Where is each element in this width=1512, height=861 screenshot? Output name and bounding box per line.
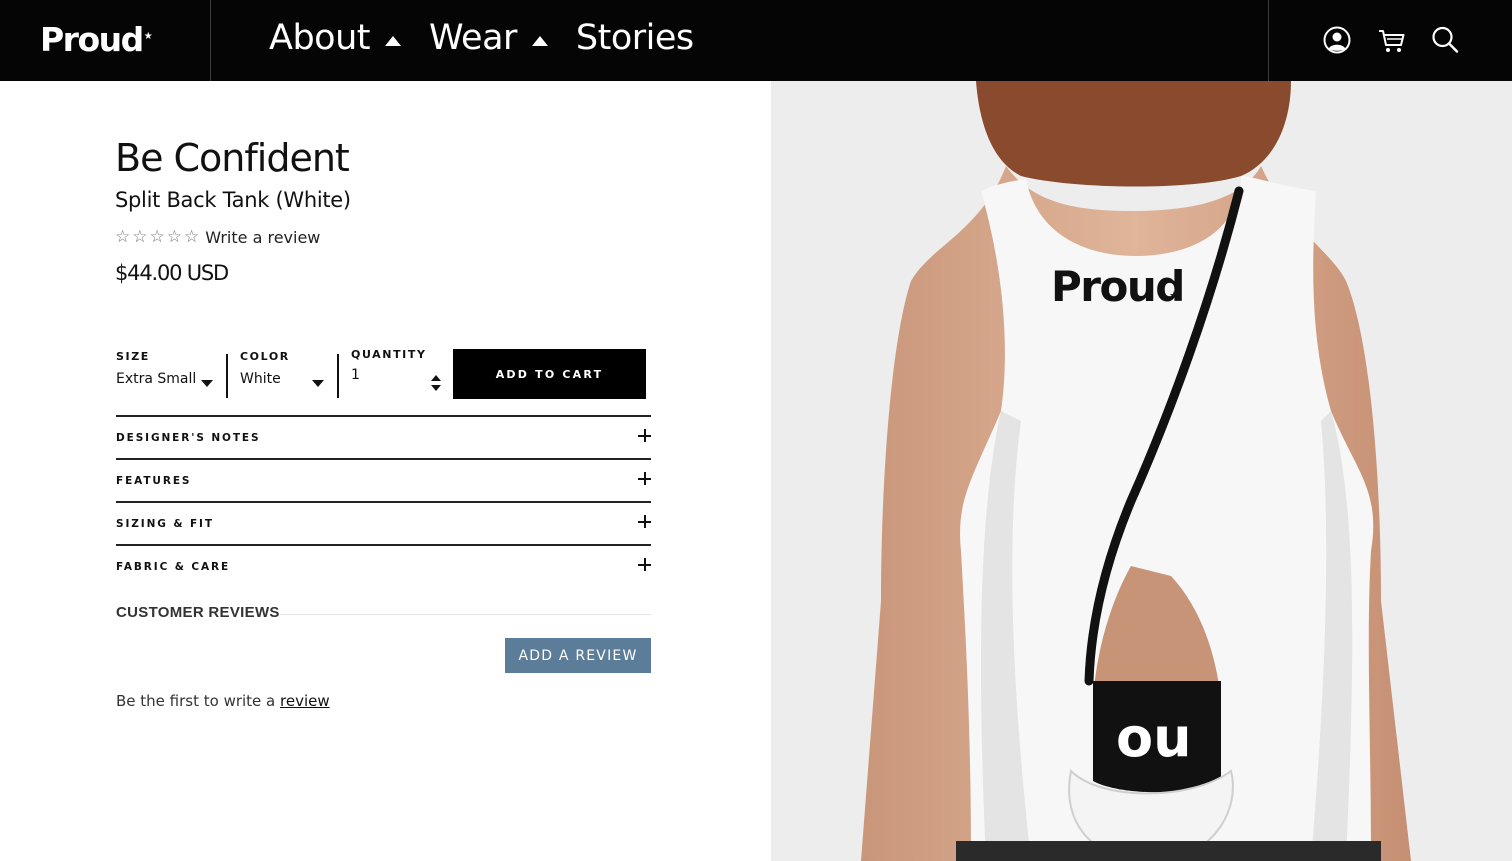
header-actions [1268,0,1512,81]
nav-item-about[interactable]: About [269,18,401,58]
accordion-label: FABRIC & CARE [116,561,231,573]
accordion-label: FEATURES [116,475,192,487]
accordion-label: DESIGNER'S NOTES [116,432,261,444]
star-empty-icon[interactable]: ☆ [132,227,147,247]
accordion-label: SIZING & FIT [116,518,214,530]
brand-logo-text: Proud [40,20,144,59]
quantity-stepper[interactable]: QUANTITY 1 [351,348,426,396]
product-subtitle: Split Back Tank (White) [115,188,351,212]
add-to-cart-button[interactable]: ADD TO CART [453,349,646,399]
caret-up-icon [384,36,401,46]
search-icon[interactable] [1430,25,1460,55]
accordion-features[interactable]: FEATURES [116,458,651,501]
stepper-arrows-icon[interactable] [430,374,442,392]
accordion-sizing-fit[interactable]: SIZING & FIT [116,501,651,544]
product-title: Be Confident [115,136,350,180]
caret-up-icon [531,36,548,46]
product-price: $44.00 USD [115,261,229,285]
star-empty-icon[interactable]: ☆ [184,227,199,247]
star-empty-icon[interactable]: ☆ [150,227,165,247]
plus-icon[interactable] [638,558,651,571]
plus-icon[interactable] [638,472,651,485]
shirt-logo-text: Proud [1051,262,1184,311]
cart-icon[interactable] [1376,25,1406,55]
quantity-value[interactable]: 1 [351,367,426,383]
quantity-label: QUANTITY [351,348,427,361]
nav-item-label: Wear [428,18,517,58]
nav-item-stories[interactable]: Stories [576,18,694,58]
chevron-down-icon[interactable] [201,380,213,387]
site-header: Proud★ About Wear Stories [0,0,1512,81]
product-photo: ou Proud ★ [771,81,1512,861]
chevron-down-icon[interactable] [312,380,324,387]
nav-item-label: About [269,18,370,58]
color-select[interactable]: COLOR White [240,350,330,398]
rating-row: ☆ ☆ ☆ ☆ ☆ Write a review [115,227,320,247]
nav-item-wear[interactable]: Wear [429,18,548,58]
accordion-designers-notes[interactable]: DESIGNER'S NOTES [116,415,651,458]
color-label: COLOR [240,350,290,363]
brand-logo[interactable]: Proud★ [40,20,153,59]
account-icon[interactable] [1322,25,1352,55]
empty-reviews-message: Be the first to write a review [116,692,330,710]
review-link[interactable]: review [280,692,330,710]
accordion-fabric-care[interactable]: FABRIC & CARE [116,544,651,587]
empty-reviews-text: Be the first to write a [116,692,281,710]
brand-logo-mark: ★ [143,31,153,42]
star-empty-icon[interactable]: ☆ [167,227,182,247]
plus-icon[interactable] [638,515,651,528]
model-back-illustration: ou Proud ★ [771,81,1512,861]
write-review-link[interactable]: Write a review [205,228,320,247]
nav-item-label: Stories [575,18,694,58]
customer-reviews-heading: CUSTOMER REVIEWS [116,604,280,621]
plus-icon[interactable] [638,429,651,442]
shirt-logo-mark: ★ [1169,289,1179,302]
inner-logo-text: ou [1116,706,1192,769]
size-select[interactable]: SIZE Extra Small [116,350,216,398]
logo-cell: Proud★ [0,0,211,81]
reviews-divider [280,614,651,615]
option-divider [337,354,339,398]
main-nav: About Wear Stories [269,18,722,58]
add-review-button[interactable]: ADD A REVIEW [505,638,651,673]
option-divider [226,354,228,398]
size-label: SIZE [116,350,150,363]
star-empty-icon[interactable]: ☆ [115,227,130,247]
